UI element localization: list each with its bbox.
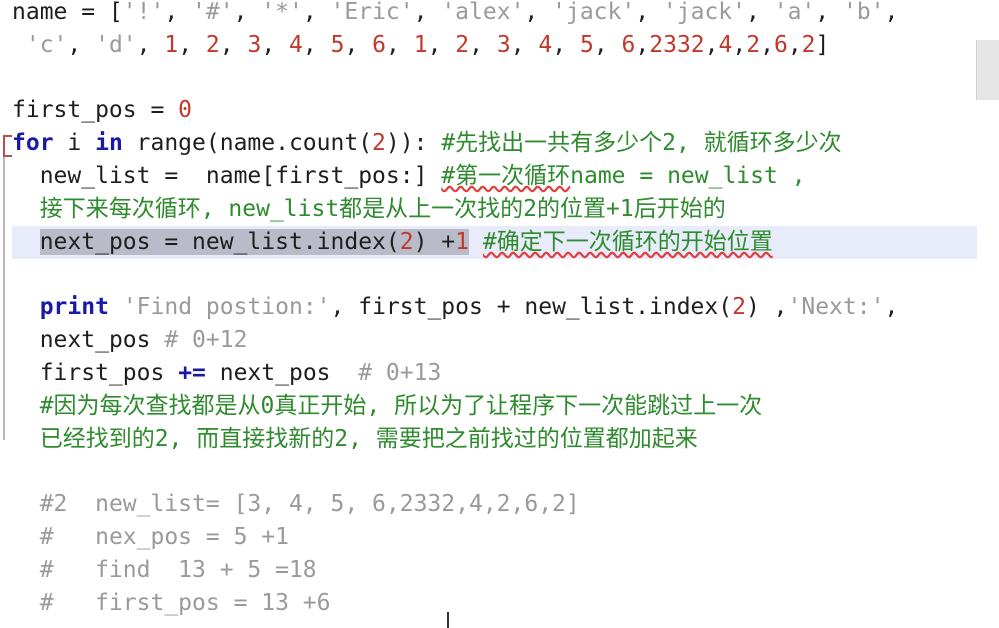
code-line-16: #2 new_list= [3, 4, 5, 6,2332,4,2,6,2] — [39, 491, 580, 517]
code-line-5: for i in range(name.count(2)): #先找出一共有多少… — [12, 130, 842, 156]
code-editor[interactable]: name = ['!', '#', '*', 'Eric', 'alex', '… — [0, 0, 999, 628]
code-line-6: new_list = name[first_pos:] #第一次循环name =… — [39, 163, 806, 189]
code-line-1: name = ['!', '#', '*', 'Eric', 'alex', '… — [12, 0, 899, 25]
code-line-2: 'c', 'd', 1, 2, 3, 4, 5, 6, 1, 2, 3, 4, … — [25, 32, 830, 58]
code-line-11: next_pos # 0+12 — [39, 327, 248, 353]
fold-guide — [3, 150, 5, 440]
fold-marker-icon[interactable] — [3, 135, 12, 157]
code-line-14: 已经找到的2, 而直接找新的2, 需要把之前找过的位置都加起来 — [39, 426, 698, 452]
code-line-7: 接下来每次循环, new_list都是从上一次找的2的位置+1后开始的 — [39, 196, 726, 222]
code-line-18: # find 13 + 5 =18 — [39, 557, 317, 583]
code-line-17: # nex_pos = 5 +1 — [39, 524, 289, 550]
code-line-8-current: next_pos = new_list.index(2) +1 #确定下一次循环… — [12, 226, 977, 259]
mouse-ibeam-cursor — [447, 612, 449, 628]
code-line-4: first_pos = 0 — [12, 97, 193, 123]
code-line-12: first_pos += next_pos # 0+13 — [39, 360, 442, 386]
code-line-19: # first_pos = 13 +6 — [39, 590, 331, 616]
code-line-10: print 'Find postion:', first_pos + new_l… — [39, 294, 899, 320]
code-line-13: #因为每次查找都是从0真正开始, 所以为了让程序下一次能跳过上一次 — [39, 393, 763, 419]
